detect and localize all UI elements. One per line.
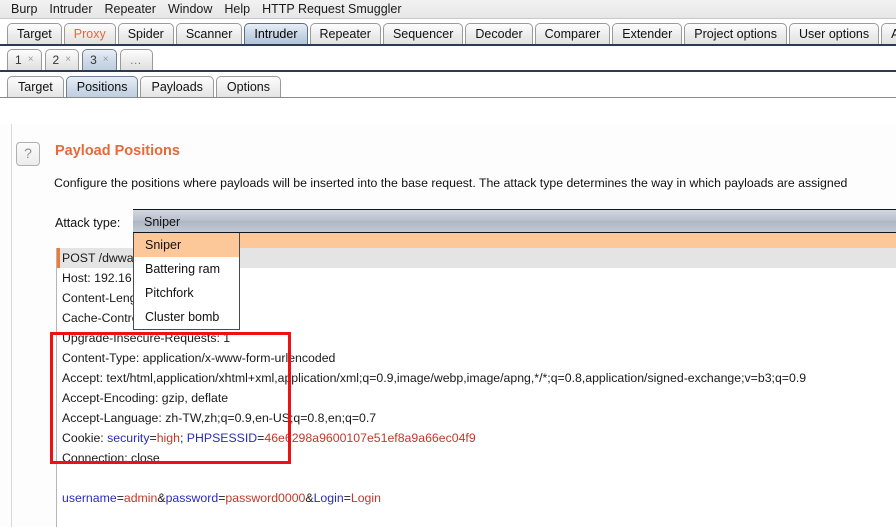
attack-tab-label: … xyxy=(129,53,143,67)
param-value: password0000 xyxy=(225,491,306,505)
page-title: Payload Positions xyxy=(55,143,180,159)
request-line: Cookie: security=high; PHPSESSID=46e6298… xyxy=(57,428,896,448)
main-tab-spider[interactable]: Spider xyxy=(117,23,174,44)
param-value: 46e6298a9600107e51ef8a9a66ec04f9 xyxy=(264,431,476,445)
help-icon[interactable]: ? xyxy=(16,142,40,166)
attack-tab-strip: 1 × 2 × 3 ×… xyxy=(0,46,896,72)
param-name: security xyxy=(107,431,150,445)
menu-item-repeater[interactable]: Repeater xyxy=(99,0,162,18)
attack-tab-3[interactable]: 3 × xyxy=(82,49,117,70)
main-tab-extender[interactable]: Extender xyxy=(612,23,683,44)
dropdown-option-pitchfork[interactable]: Pitchfork xyxy=(134,281,239,305)
dropdown-option-cluster-bomb[interactable]: Cluster bomb xyxy=(134,305,239,329)
main-tab-scanner[interactable]: Scanner xyxy=(175,23,243,44)
request-line: Content-Type: application/x-www-form-url… xyxy=(62,351,336,365)
main-tab-comparer[interactable]: Comparer xyxy=(534,23,611,44)
param-sep: & xyxy=(305,491,314,505)
param-sep: = xyxy=(116,491,124,505)
request-line: Connection: close xyxy=(62,451,160,465)
request-line: username=admin&password=password0000&Log… xyxy=(57,488,896,508)
param-name: username xyxy=(62,491,117,505)
main-tab-decoder[interactable]: Decoder xyxy=(465,23,533,44)
main-tab-user-options[interactable]: User options xyxy=(788,23,880,44)
attack-type-combobox[interactable] xyxy=(133,209,896,233)
param-name: Login xyxy=(313,491,344,505)
request-line xyxy=(57,468,896,488)
main-tab-proxy[interactable]: Proxy xyxy=(63,23,116,44)
attack-tab-label: 1 xyxy=(15,53,22,67)
attack-tab-2[interactable]: 2 × xyxy=(44,49,80,70)
attack-type-selected-value: Sniper xyxy=(144,215,181,229)
positions-panel: ? Payload Positions Configure the positi… xyxy=(0,124,896,527)
param-value: high xyxy=(156,431,180,445)
panel-divider xyxy=(11,124,12,527)
close-icon[interactable]: × xyxy=(103,50,109,70)
main-tab-alerts[interactable]: Alerts xyxy=(881,23,896,44)
menu-item-intruder[interactable]: Intruder xyxy=(43,0,98,18)
main-tab-repeater[interactable]: Repeater xyxy=(309,23,381,44)
param-sep: ; xyxy=(179,431,187,445)
sub-tab-strip: Target Positions Payloads Options xyxy=(0,72,896,98)
close-icon[interactable]: × xyxy=(65,50,71,70)
param-value: Login xyxy=(350,491,381,505)
request-line-prefix: Cookie: xyxy=(62,431,108,445)
attack-tab-label: 3 xyxy=(90,53,97,67)
panel-description: Configure the positions where payloads w… xyxy=(54,176,848,190)
dropdown-option-sniper[interactable]: Sniper xyxy=(134,233,239,257)
request-line: Accept: text/html,application/xhtml+xml,… xyxy=(62,371,807,385)
main-tab-strip: Target Proxy Spider Scanner Intruder Repeater… xyxy=(0,19,896,46)
attack-type-label: Attack type: xyxy=(55,216,121,230)
param-name: PHPSESSID xyxy=(186,431,258,445)
param-name: password xyxy=(165,491,219,505)
main-tab-intruder[interactable]: Intruder xyxy=(244,23,308,44)
param-value: admin xyxy=(123,491,158,505)
attack-tab-label: 2 xyxy=(52,53,60,67)
main-tab-target[interactable]: Target xyxy=(7,23,62,44)
attack-type-dropdown-list[interactable]: Sniper Battering ram Pitchfork Cluster bomb xyxy=(133,233,240,330)
request-line: Accept-Language: zh-TW,zh;q=0.9,en-US;q=… xyxy=(62,411,377,425)
menu-item-http-request-smuggler[interactable]: HTTP Request Smuggler xyxy=(256,0,407,18)
attack-tab-1[interactable]: 1 × xyxy=(7,49,42,70)
sub-tab-options[interactable]: Options xyxy=(215,76,282,97)
menu-bar: Burp Intruder Repeater Window Help HTTP Reque… xyxy=(0,0,896,19)
request-line: Accept-Encoding: gzip, deflate xyxy=(62,391,229,405)
sub-tab-payloads[interactable]: Payloads xyxy=(140,76,214,97)
sub-tab-target[interactable]: Target xyxy=(7,76,64,97)
sub-tab-positions[interactable]: Positions xyxy=(65,76,139,97)
request-line: Upgrade-Insecure-Requests: 1 xyxy=(62,331,231,345)
menu-item-window[interactable]: Window xyxy=(162,0,218,18)
param-sep: = xyxy=(343,491,351,505)
main-tab-sequencer[interactable]: Sequencer xyxy=(382,23,464,44)
close-icon[interactable]: × xyxy=(28,50,34,70)
dropdown-option-battering-ram[interactable]: Battering ram xyxy=(134,257,239,281)
menu-item-burp[interactable]: Burp xyxy=(5,0,43,18)
attack-tab-more[interactable]: … xyxy=(119,49,153,70)
param-sep: = xyxy=(149,431,157,445)
main-tab-project-options[interactable]: Project options xyxy=(684,23,787,44)
param-sep: & xyxy=(157,491,166,505)
menu-item-help[interactable]: Help xyxy=(218,0,256,18)
